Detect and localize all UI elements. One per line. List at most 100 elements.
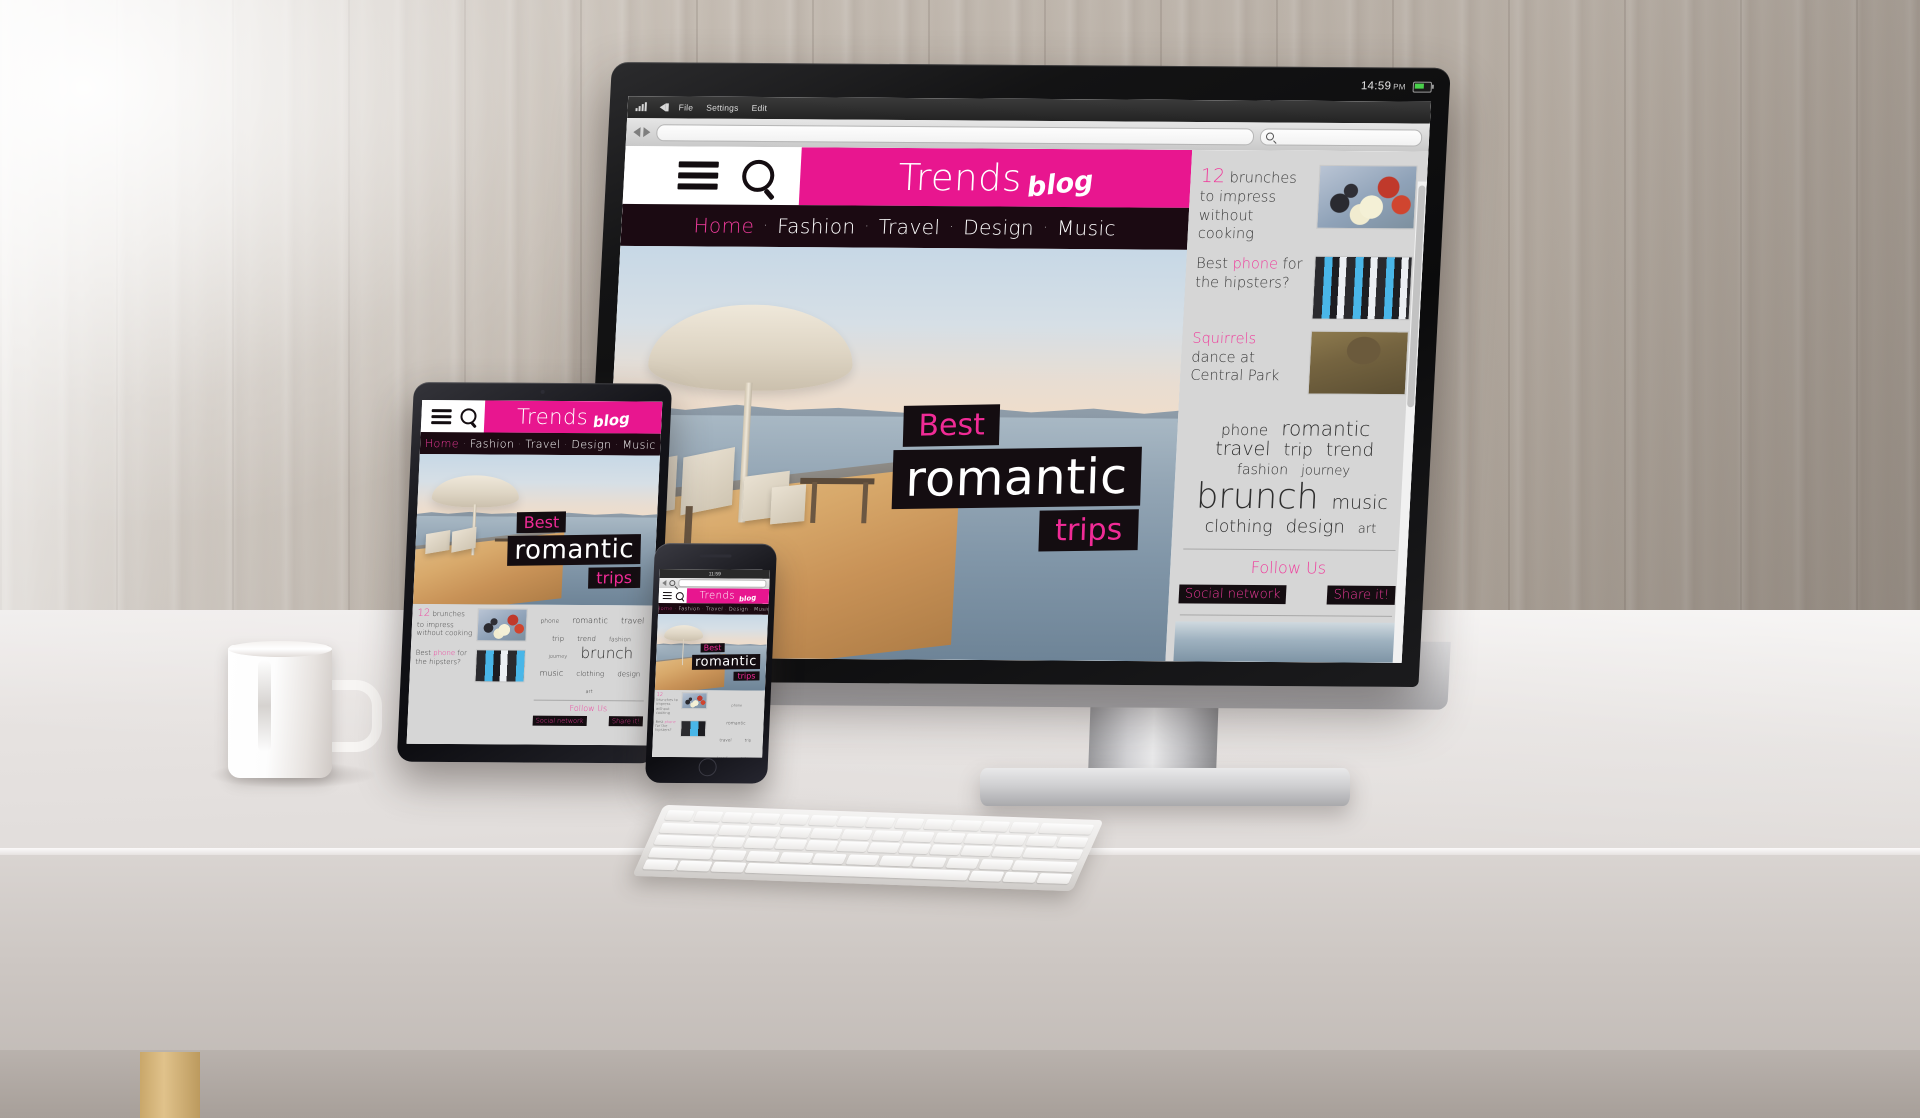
logo-secondary-text: blog — [1025, 164, 1095, 204]
hero-banner[interactable]: Best romantic trips — [654, 613, 769, 691]
tag-trip[interactable]: trip — [552, 634, 564, 643]
url-input[interactable] — [678, 579, 767, 588]
search-icon[interactable] — [669, 580, 676, 587]
search-icon[interactable] — [741, 159, 776, 192]
nav-item-fashion[interactable]: Fashion — [678, 606, 700, 612]
hero-line-1: Best — [700, 643, 725, 653]
nav-item-home[interactable]: Home — [693, 213, 755, 237]
hamburger-menu-icon[interactable] — [677, 161, 719, 190]
nav-separator: · — [948, 219, 955, 236]
sidebar-article-phone[interactable]: Best phone for the hipsters? — [1183, 255, 1423, 332]
phone-articles-column: 12 brunches to impress without cooking B… — [652, 690, 710, 757]
article-thumbnail-phones — [1311, 255, 1413, 321]
site-logo[interactable]: Trends blog — [483, 400, 663, 434]
menu-item-settings[interactable]: Settings — [706, 103, 739, 113]
tag-travel[interactable]: travel — [719, 738, 731, 744]
tag-design[interactable]: design — [1285, 516, 1345, 537]
tag-romantic[interactable]: romantic — [1281, 416, 1371, 441]
share-it-button[interactable]: Share it! — [1326, 585, 1396, 606]
nav-separator: · — [724, 606, 727, 612]
social-network-button[interactable]: Social network — [1178, 584, 1287, 605]
browser-nav-arrows[interactable] — [633, 127, 651, 138]
article-title: 12 brunches to impress without cooking — [656, 692, 680, 716]
smartphone-device: 11:59 Trends blog Home · Fashion · Trave… — [644, 543, 778, 784]
nav-item-fashion[interactable]: Fashion — [470, 437, 515, 450]
tag-phone[interactable]: phone — [731, 703, 742, 708]
arrow-left-icon[interactable] — [633, 127, 641, 138]
menu-item-edit[interactable]: Edit — [751, 103, 767, 113]
tag-trip[interactable]: trip — [745, 738, 752, 743]
social-network-button[interactable]: Social network — [532, 715, 587, 726]
tag-romantic[interactable]: romantic — [726, 721, 746, 727]
sidebar-article-brunches[interactable]: 12 brunches to impress without cooking — [411, 604, 533, 646]
tag-phone[interactable]: phone — [540, 618, 559, 626]
system-clock: 14:59PM — [1361, 80, 1407, 92]
tag-brunch[interactable]: brunch — [1195, 477, 1320, 518]
tag-phone[interactable]: phone — [1221, 421, 1269, 439]
article-thumbnail-food — [1316, 164, 1418, 230]
tag-trip[interactable]: trip — [1283, 440, 1313, 460]
tag-travel[interactable]: travel — [621, 616, 645, 626]
hamburger-menu-icon[interactable] — [431, 408, 452, 424]
nav-item-home[interactable]: Home — [656, 605, 673, 611]
search-icon[interactable] — [675, 591, 684, 600]
hamburger-menu-icon[interactable] — [662, 591, 672, 600]
nav-item-home[interactable]: Home — [425, 437, 460, 450]
tag-design[interactable]: design — [617, 670, 640, 679]
nav-item-design[interactable]: Design — [571, 438, 612, 451]
site-header: Trends blog — [420, 400, 663, 434]
keyboard[interactable] — [632, 804, 1104, 892]
nav-item-travel[interactable]: Travel — [525, 437, 561, 450]
tag-journey[interactable]: journey — [1301, 463, 1351, 479]
sidebar-article-phone[interactable]: Best phone for the hipsters? — [409, 645, 531, 687]
nav-item-music[interactable]: Music — [1056, 216, 1116, 240]
site-logo[interactable]: Trends blog — [686, 588, 770, 604]
nav-item-music[interactable]: Music — [622, 438, 656, 451]
header-controls — [421, 400, 485, 432]
hero-banner[interactable]: Best romantic trips — [412, 453, 660, 606]
sidebar-article-squirrels[interactable]: Squirrels dance at Central Park — [1179, 330, 1419, 407]
desk-skirt — [0, 1050, 1920, 1118]
nav-item-travel[interactable]: Travel — [706, 606, 724, 612]
sidebar-article-brunches[interactable]: 12 brunches to impress without cooking — [1187, 164, 1428, 256]
hero-line-1: Best — [516, 511, 567, 534]
site-logo[interactable]: Trends blog — [798, 147, 1193, 208]
nav-item-fashion[interactable]: Fashion — [777, 214, 857, 239]
tag-travel[interactable]: travel — [1215, 438, 1271, 460]
article-title: Best phone for the hipsters? — [415, 649, 472, 667]
share-it-button[interactable]: Share it! — [608, 716, 644, 727]
browser-search-input[interactable] — [1259, 127, 1423, 147]
tag-art[interactable]: art — [1357, 521, 1376, 536]
tag-fashion[interactable]: fashion — [1237, 462, 1289, 479]
arrow-left-icon[interactable] — [662, 580, 667, 587]
article-thumbnail-food — [681, 692, 708, 710]
nav-item-travel[interactable]: Travel — [878, 215, 941, 239]
site-nav: Home · Fashion · Travel · Design · Music — [656, 602, 770, 615]
tag-clothing[interactable]: clothing — [1204, 516, 1273, 536]
tag-trend[interactable]: trend — [1325, 440, 1374, 461]
sidebar-article-brunches[interactable]: 12 brunches to impress without cooking — [654, 690, 710, 718]
url-input[interactable] — [655, 123, 1255, 145]
article-title: Best phone for the hipsters? — [655, 719, 679, 732]
tablet-tagcloud-column: phone romantic travel trip trend fashion… — [527, 605, 653, 746]
tag-music[interactable]: music — [1331, 492, 1388, 514]
tag-clothing[interactable]: clothing — [576, 670, 604, 679]
nav-item-design[interactable]: Design — [963, 215, 1035, 239]
search-icon[interactable] — [460, 408, 477, 425]
tag-art[interactable]: art — [585, 689, 592, 696]
website-phone: 11:59 Trends blog Home · Fashion · Trave… — [652, 569, 770, 758]
tag-journey[interactable]: journey — [548, 654, 567, 661]
article-thumbnail-squirrel — [1307, 330, 1410, 396]
nav-item-music[interactable]: Music — [754, 606, 770, 612]
tag-brunch[interactable]: brunch — [580, 644, 633, 662]
nav-separator: · — [674, 606, 677, 612]
arrow-right-icon[interactable] — [643, 127, 651, 138]
tag-music[interactable]: music — [539, 668, 563, 678]
tag-romantic[interactable]: romantic — [572, 616, 608, 626]
menu-item-file[interactable]: File — [678, 102, 693, 112]
sidebar-article-phone[interactable]: Best phone for the hipsters? — [653, 717, 709, 738]
nav-separator: · — [702, 606, 704, 612]
nav-item-design[interactable]: Design — [729, 606, 749, 612]
tag-fashion[interactable]: fashion — [609, 636, 631, 644]
tag-trend[interactable]: trend — [577, 635, 596, 644]
